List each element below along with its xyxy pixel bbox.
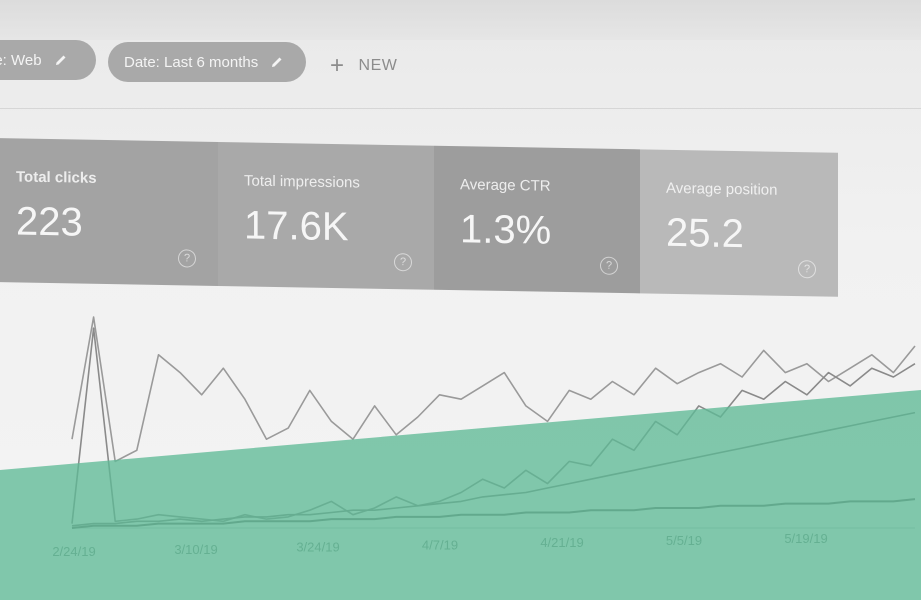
metric-card-total-impressions[interactable]: Total impressions 17.6K ? xyxy=(218,141,434,290)
chart-series-line-2 xyxy=(71,327,916,524)
chart-series-line-1 xyxy=(71,316,916,463)
x-tick-label: 4/7/19 xyxy=(422,537,458,552)
metric-card-average-ctr[interactable]: Average CTR 1.3% ? xyxy=(434,145,640,294)
chart-series-line-3 xyxy=(71,411,916,527)
help-icon[interactable]: ? xyxy=(178,249,196,268)
metric-value: 1.3% xyxy=(460,207,552,253)
plus-icon: + xyxy=(330,52,345,79)
x-tick-label: 2/24/19 xyxy=(52,544,95,559)
metric-label: Total impressions xyxy=(244,172,360,192)
filter-chip-date[interactable]: Date: Last 6 months xyxy=(108,42,306,82)
metric-value: 223 xyxy=(16,199,83,245)
metric-label: Total clicks xyxy=(16,168,97,187)
new-filter-label: NEW xyxy=(358,57,398,74)
performance-chart: 2/24/19 3/10/19 3/24/19 4/7/19 4/21/19 5/5/19… xyxy=(0,296,921,566)
help-icon[interactable]: ? xyxy=(394,253,412,272)
metric-card-average-position[interactable]: Average position 25.2 ? xyxy=(640,149,838,297)
filter-chip-type[interactable]: pe: Web xyxy=(0,40,96,80)
metric-label: Average CTR xyxy=(460,176,551,195)
metric-label: Average position xyxy=(666,179,778,199)
help-icon[interactable]: ? xyxy=(798,260,816,279)
filter-bar: pe: Web Date: Last 6 months + NEW xyxy=(0,40,921,96)
x-tick-label: 3/24/19 xyxy=(296,540,339,555)
x-tick-label: 3/10/19 xyxy=(174,542,217,557)
divider xyxy=(0,108,921,109)
pencil-icon[interactable] xyxy=(270,55,284,69)
metric-value: 25.2 xyxy=(666,210,744,257)
x-tick-label: 5/5/19 xyxy=(666,533,702,548)
pencil-icon[interactable] xyxy=(54,53,68,67)
metric-value: 17.6K xyxy=(244,203,349,250)
chart-series-line-4 xyxy=(71,498,916,529)
performance-chart-svg: 2/24/19 3/10/19 3/24/19 4/7/19 4/21/19 5/5/19… xyxy=(52,316,916,559)
filter-chip-date-label: Date: Last 6 months xyxy=(124,53,259,71)
x-tick-label: 4/21/19 xyxy=(540,535,583,550)
metric-cards: Total clicks 223 ? Total impressions 17.… xyxy=(0,138,838,297)
x-tick-label: 5/19/19 xyxy=(784,531,827,546)
filter-chip-type-label: pe: Web xyxy=(0,51,42,69)
new-filter-button[interactable]: + NEW xyxy=(330,54,397,78)
top-band xyxy=(0,0,921,40)
help-icon[interactable]: ? xyxy=(600,256,618,275)
metric-card-total-clicks[interactable]: Total clicks 223 ? xyxy=(0,138,218,286)
search-console-screen: pe: Web Date: Last 6 months + NEW Total … xyxy=(0,0,921,600)
